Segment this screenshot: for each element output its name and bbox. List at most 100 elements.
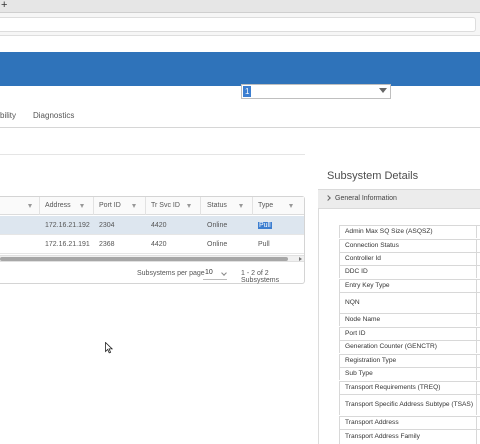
caret-down-icon xyxy=(379,88,387,93)
funnel-icon[interactable] xyxy=(187,204,191,208)
property-label: Connection Status xyxy=(345,241,399,249)
property-label: Transport Address xyxy=(345,418,399,426)
funnel-icon[interactable] xyxy=(80,204,84,208)
property-label: Admin Max SQ Size (ASQSZ) xyxy=(345,227,433,235)
browser-toolbar xyxy=(0,13,480,36)
property-divider xyxy=(476,226,477,238)
section-label: General Information xyxy=(335,195,397,202)
cell-address: 172.16.21.191 xyxy=(45,241,90,248)
property-row: Generation Counter (GENCTR) xyxy=(339,340,480,353)
column-divider xyxy=(252,197,253,215)
property-label: Transport Address Family xyxy=(345,432,420,440)
property-divider xyxy=(476,430,477,444)
funnel-icon[interactable] xyxy=(289,204,293,208)
property-label: DDC ID xyxy=(345,267,368,275)
column-divider xyxy=(39,197,40,215)
property-row: Registration Type xyxy=(339,354,480,367)
property-divider xyxy=(476,382,477,394)
property-row: Port ID xyxy=(339,327,480,340)
pagination-range: 1 - 2 of 2 Subsystems xyxy=(241,270,280,284)
divider xyxy=(0,154,305,155)
column-header-status[interactable]: Status xyxy=(207,197,227,215)
app-header-bar xyxy=(0,52,480,86)
property-divider xyxy=(476,280,477,292)
funnel-icon[interactable] xyxy=(239,204,243,208)
property-label: Transport Specific Address Subtype (TSAS… xyxy=(345,400,474,408)
property-divider xyxy=(476,355,477,367)
cell-tr-svc-id: 4420 xyxy=(151,222,167,229)
property-divider xyxy=(476,253,477,265)
property-label: Entry Key Type xyxy=(345,281,390,289)
cell-type: Pull xyxy=(258,241,270,248)
cell-status: Online xyxy=(207,222,228,229)
property-label: NQN xyxy=(345,298,360,306)
panel-title: Subsystem Details xyxy=(327,170,419,182)
cell-type: Pull xyxy=(258,222,272,229)
property-divider xyxy=(476,314,477,326)
tab-availability[interactable]: bility xyxy=(0,111,16,120)
general-information-header[interactable]: General Information xyxy=(318,189,480,209)
funnel-icon[interactable] xyxy=(28,204,32,208)
property-label: Generation Counter (GENCTR) xyxy=(345,342,437,350)
property-row: Node Name xyxy=(339,313,480,326)
property-divider xyxy=(476,341,477,353)
property-label: Controller Id xyxy=(345,254,381,262)
property-row: DDC ID xyxy=(339,265,480,278)
table-row[interactable]: 172.16.21.191 2368 4420 Online Pull xyxy=(0,235,304,254)
horizontal-scrollbar[interactable] xyxy=(0,255,304,262)
cell-status: Online xyxy=(207,241,228,248)
property-row: Transport Requirements (TREQ) xyxy=(339,381,480,394)
scrollbar-thumb[interactable] xyxy=(0,257,288,261)
new-tab-button[interactable]: + xyxy=(1,0,7,11)
mouse-cursor-icon xyxy=(105,342,113,354)
property-divider xyxy=(476,293,477,313)
subsystems-table: Address Port ID Tr Svc ID Status Type 17… xyxy=(0,196,305,284)
cell-tr-svc-id: 4420 xyxy=(151,241,167,248)
cell-address: 172.16.21.192 xyxy=(45,222,90,229)
system-select[interactable]: 1 xyxy=(241,84,391,99)
property-row: NQN xyxy=(339,292,480,313)
property-row: Entry Key Type xyxy=(339,279,480,292)
column-header-address[interactable]: Address xyxy=(45,197,71,215)
property-divider xyxy=(476,417,477,429)
address-bar[interactable] xyxy=(0,17,476,32)
property-row: Controller Id xyxy=(339,252,480,265)
property-row: Connection Status xyxy=(339,239,480,252)
per-page-select[interactable]: 10 xyxy=(203,267,227,280)
property-divider xyxy=(476,240,477,252)
scroll-right-icon[interactable] xyxy=(299,257,302,261)
property-divider xyxy=(476,266,477,278)
property-label: Transport Requirements (TREQ) xyxy=(345,383,441,391)
column-divider xyxy=(93,197,94,215)
column-header-type[interactable]: Type xyxy=(258,197,273,215)
property-row: Admin Max SQ Size (ASQSZ) xyxy=(339,225,480,238)
cell-port-id: 2304 xyxy=(99,222,115,229)
browser-tab-strip: + xyxy=(0,0,480,13)
property-row: Transport Address Family xyxy=(339,429,480,444)
column-header-port-id[interactable]: Port ID xyxy=(99,197,121,215)
property-row: Sub Type xyxy=(339,367,480,380)
property-label: Node Name xyxy=(345,315,381,323)
property-divider xyxy=(476,395,477,415)
property-row: Transport Address xyxy=(339,416,480,429)
column-header-tr-svc-id[interactable]: Tr Svc ID xyxy=(151,197,180,215)
property-divider xyxy=(476,368,477,380)
per-page-label: Subsystems per page xyxy=(137,270,205,277)
property-label: Sub Type xyxy=(345,369,373,377)
cell-port-id: 2368 xyxy=(99,241,115,248)
column-divider xyxy=(145,197,146,215)
chevron-down-icon xyxy=(221,270,227,276)
tab-diagnostics[interactable]: Diagnostics xyxy=(33,111,74,120)
table-footer: Subsystems per page 10 1 - 2 of 2 Subsys… xyxy=(0,263,304,284)
property-row: Transport Specific Address Subtype (TSAS… xyxy=(339,394,480,415)
property-divider xyxy=(476,328,477,340)
property-label: Port ID xyxy=(345,329,366,337)
property-label: Registration Type xyxy=(345,356,397,364)
table-header: Address Port ID Tr Svc ID Status Type xyxy=(0,197,304,215)
chevron-right-icon xyxy=(325,195,331,201)
tab-bar: bility Diagnostics xyxy=(0,104,480,128)
per-page-value: 10 xyxy=(205,269,213,276)
funnel-icon[interactable] xyxy=(132,204,136,208)
column-divider xyxy=(200,197,201,215)
table-row[interactable]: 172.16.21.192 2304 4420 Online Pull xyxy=(0,216,304,235)
